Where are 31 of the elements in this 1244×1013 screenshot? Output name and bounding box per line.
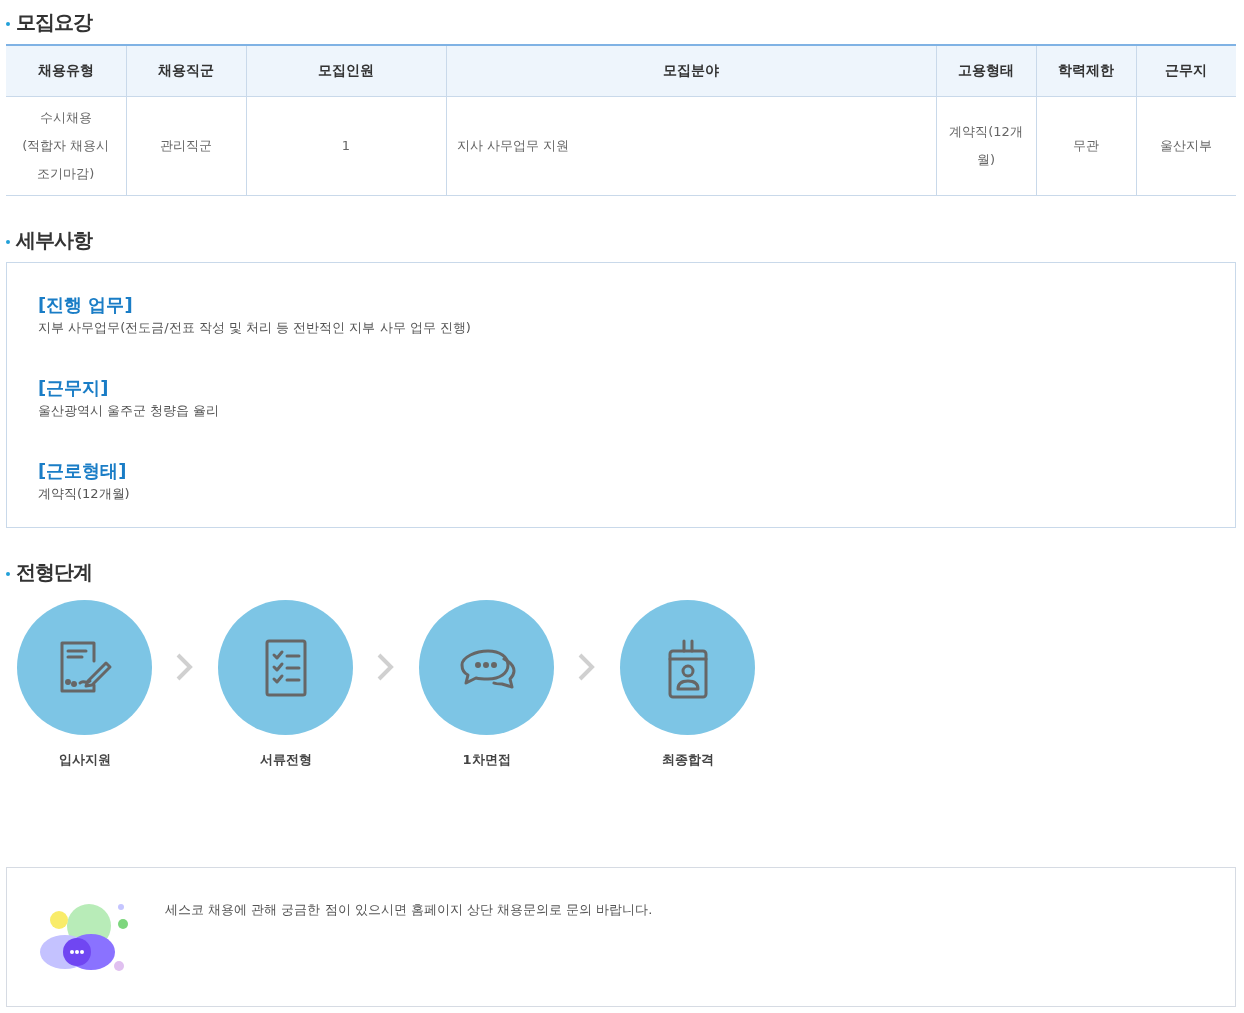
bullet-icon xyxy=(6,22,10,26)
column-header: 채용직군 xyxy=(126,45,246,97)
column-header: 근무지 xyxy=(1136,45,1236,97)
detail-text: 지부 사무업무(전도금/전표 작성 및 처리 등 전반적인 지부 사무 업무 진행) xyxy=(38,319,472,337)
detail-text: 계약직(12개월) xyxy=(38,485,131,503)
column-header: 채용유형 xyxy=(6,45,126,97)
table-cell: 울산지부 xyxy=(1136,96,1236,196)
step-label: 1차면접 xyxy=(462,751,511,769)
table-cell: 1 xyxy=(246,96,446,196)
column-header: 학력제한 xyxy=(1036,45,1136,97)
table-cell: 무관 xyxy=(1036,96,1136,196)
section-title: 모집요강 xyxy=(6,0,1236,44)
section-title: 세부사항 xyxy=(6,218,1236,262)
table-cell: 관리직군 xyxy=(126,96,246,196)
step-label: 최종합격 xyxy=(661,751,714,769)
detail-heading: [진행 업무] xyxy=(38,293,134,317)
table-cell: 지사 사무업무 지원 xyxy=(446,96,936,196)
bullet-icon xyxy=(6,572,10,576)
section-title: 전형단계 xyxy=(6,550,1236,594)
table-cell: 계약직(12개 월) xyxy=(936,96,1036,196)
detail-text: 울산광역시 울주군 청량읍 율리 xyxy=(38,402,221,420)
detail-heading: [근무지] xyxy=(38,376,110,400)
bullet-icon xyxy=(6,240,10,244)
table-cell: 수시채용 (적합자 채용시 조기마감) xyxy=(6,96,126,196)
column-header: 모집인원 xyxy=(246,45,446,97)
notice-text: 세스코 채용에 관해 궁금한 점이 있으시면 홈페이지 상단 채용문의로 문의 바랍니다. xyxy=(165,901,653,919)
step-label: 서류전형 xyxy=(259,751,312,769)
column-header: 고용형태 xyxy=(936,45,1036,97)
detail-heading: [근로형태] xyxy=(38,459,128,483)
column-header: 모집분야 xyxy=(446,45,936,97)
step-label: 입사지원 xyxy=(58,751,111,769)
